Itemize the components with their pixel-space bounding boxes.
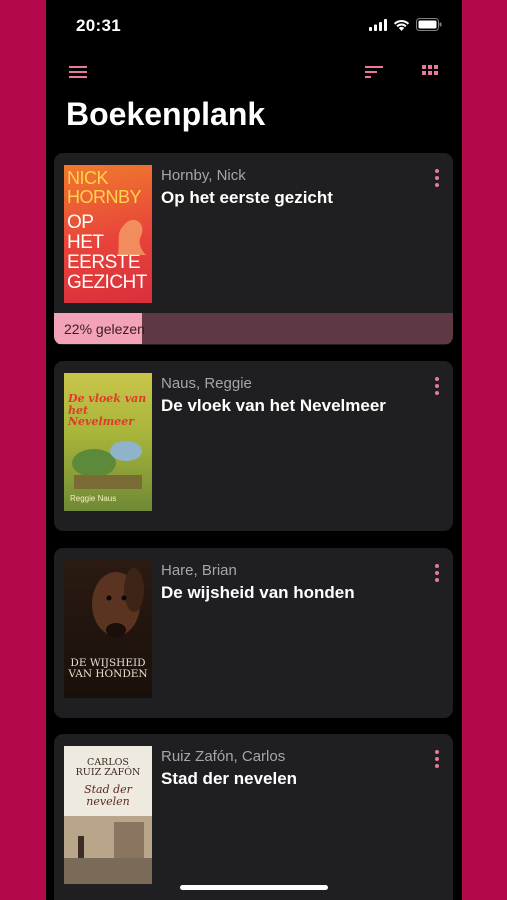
status-icons (369, 18, 442, 36)
cover-author-text: Reggie Naus (70, 494, 117, 503)
battery-icon (416, 18, 442, 36)
cover-author-text: CARLOS RUIZ ZAFÓN (75, 757, 141, 778)
cover-illustration (92, 568, 144, 637)
app-bar (46, 52, 462, 92)
book-author: Naus, Reggie (161, 375, 252, 392)
wifi-icon (393, 18, 410, 36)
book-title: Stad der nevelen (161, 769, 298, 788)
cover-title-text: Stad der nevelen (84, 783, 132, 808)
reading-progress-label: 22% gelezen (64, 321, 145, 337)
more-options-icon[interactable] (433, 563, 441, 583)
book-card[interactable]: De vloek van het Nevelmeer Reggie Naus N… (54, 361, 453, 531)
book-author: Ruiz Zafón, Carlos (161, 748, 286, 765)
cover-author-text: NICK HORNBY (67, 168, 142, 207)
cover-title-text: DE WIJSHEID VAN HONDEN (68, 657, 148, 681)
book-card[interactable]: CARLOS RUIZ ZAFÓN Stad der nevelen Ruiz … (54, 734, 453, 900)
cover-illustration (72, 441, 142, 489)
page-title: Boekenplank (66, 96, 266, 132)
book-cover: CARLOS RUIZ ZAFÓN Stad der nevelen (64, 746, 152, 884)
book-title: Op het eerste gezicht (161, 188, 333, 207)
cover-illustration (118, 219, 146, 255)
home-indicator[interactable] (180, 885, 328, 890)
more-options-icon[interactable] (433, 168, 441, 188)
book-cover: DE WIJSHEID VAN HONDEN (64, 560, 152, 698)
book-card[interactable]: DE WIJSHEID VAN HONDEN Hare, Brian De wi… (54, 548, 453, 718)
app-screen: 20:31 Boekenplank NICK HORNBY OP HET EER… (46, 0, 462, 900)
status-bar: 20:31 (46, 0, 462, 50)
book-author: Hare, Brian (161, 562, 237, 579)
status-time: 20:31 (76, 16, 121, 35)
book-cover: NICK HORNBY OP HET EERSTE GEZICHT (64, 165, 152, 303)
book-title: De wijsheid van honden (161, 583, 355, 602)
book-title: De vloek van het Nevelmeer (161, 396, 386, 415)
signal-icon (369, 18, 387, 36)
book-author: Hornby, Nick (161, 167, 246, 184)
book-cover: De vloek van het Nevelmeer Reggie Naus (64, 373, 152, 511)
sort-icon[interactable] (362, 60, 386, 84)
more-options-icon[interactable] (433, 376, 441, 396)
book-card[interactable]: NICK HORNBY OP HET EERSTE GEZICHT Hornby… (54, 153, 453, 345)
cover-illustration (64, 816, 152, 884)
hamburger-menu-icon[interactable] (66, 60, 90, 84)
reading-progress-bar: 22% gelezen (54, 313, 453, 344)
grid-view-icon[interactable] (418, 60, 442, 84)
more-options-icon[interactable] (433, 749, 441, 769)
